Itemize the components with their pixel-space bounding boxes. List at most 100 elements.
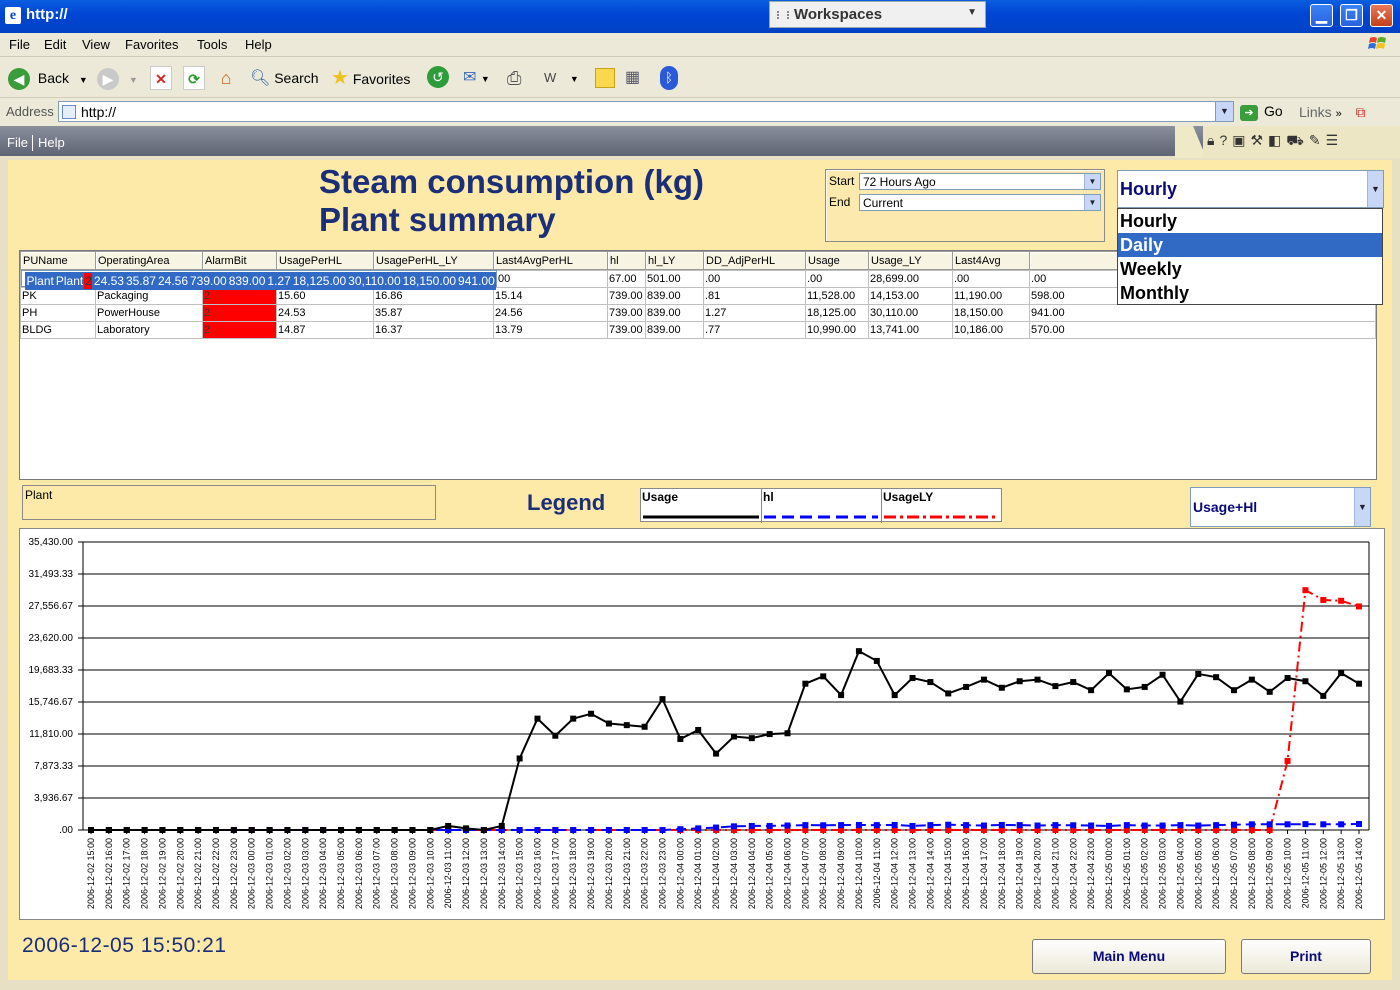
research-icon[interactable]: ▦: [625, 66, 640, 90]
menu-help[interactable]: Help: [245, 37, 272, 52]
column-header-usageperhl_ly[interactable]: UsagePerHL_LY: [373, 251, 494, 270]
period-option-weekly[interactable]: Weekly: [1118, 257, 1382, 281]
forward-button[interactable]: ▶ ▼: [97, 66, 138, 91]
menu-file[interactable]: File: [9, 37, 30, 52]
history-icon[interactable]: ↺: [427, 66, 449, 88]
period-select[interactable]: Hourly ▼: [1117, 170, 1384, 208]
data-point: [427, 827, 434, 833]
table-row[interactable]: PH PowerHouse 2 24.53 35.87 24.56 739.00 839.00…: [20, 304, 1376, 322]
chevron-down-icon[interactable]: ▼: [1215, 102, 1233, 121]
x-tick-label: 2006-12-04 12:00: [890, 838, 900, 909]
home-icon[interactable]: ⌂: [214, 66, 238, 90]
period-option-monthly[interactable]: Monthly: [1118, 281, 1382, 305]
bluetooth-icon[interactable]: ᛒ: [660, 66, 678, 90]
table-cell: 35.87: [373, 304, 494, 322]
y-tick-label: .00: [59, 825, 73, 836]
data-point: [730, 733, 737, 740]
main-menu-button[interactable]: Main Menu: [1032, 939, 1226, 974]
column-header-last4avgperhl[interactable]: Last4AvgPerHL: [493, 251, 608, 270]
address-input[interactable]: http:// ▼: [58, 101, 1234, 122]
table-row[interactable]: BLDG Laboratory 2 14.87 16.37 13.79 739.00 839.…: [20, 321, 1376, 339]
menu-favorites[interactable]: Favorites: [125, 37, 178, 52]
pencil-icon[interactable]: ✎: [1309, 132, 1326, 148]
table-cell: .81: [703, 287, 806, 305]
start-select[interactable]: 72 Hours Ago ▼: [859, 173, 1101, 190]
list-icon[interactable]: ☰: [1326, 132, 1344, 148]
data-point: [1105, 670, 1112, 677]
table-cell: 11,528.00: [805, 287, 869, 305]
x-tick-label: 2006-12-03 09:00: [407, 838, 417, 909]
x-tick-label: 2006-12-05 09:00: [1265, 838, 1275, 909]
data-point: [802, 680, 809, 687]
data-point: [998, 684, 1005, 691]
settings-icon[interactable]: ⚒: [1250, 132, 1268, 148]
period-option-hourly[interactable]: Hourly: [1118, 209, 1382, 233]
favorites-button[interactable]: ★ Favorites: [331, 66, 410, 90]
table-cell: 18,150.00: [952, 304, 1030, 322]
save-icon[interactable]: ▣: [1232, 132, 1250, 148]
x-tick-label: 2006-12-05 02:00: [1140, 838, 1150, 909]
table-cell: 570.00: [1029, 321, 1376, 339]
print-button[interactable]: Print: [1241, 939, 1371, 974]
print-icon[interactable]: ⎙: [507, 66, 521, 90]
refresh-icon[interactable]: ⟳: [183, 66, 205, 90]
minimize-button[interactable]: ▁: [1310, 4, 1333, 27]
menu-view[interactable]: View: [82, 37, 110, 52]
chevron-down-icon: ▼: [78, 75, 88, 85]
data-point: [570, 827, 577, 833]
table-cell: 739.00: [188, 272, 228, 290]
period-option-daily[interactable]: Daily: [1118, 233, 1382, 257]
column-header-alarmbit[interactable]: AlarmBit: [202, 251, 277, 270]
back-button[interactable]: ◀ Back ▼: [8, 66, 88, 91]
column-header-usage[interactable]: Usage: [805, 251, 869, 270]
column-header-usage_ly[interactable]: Usage_LY: [868, 251, 953, 270]
data-point: [302, 827, 309, 833]
x-tick-label: 2006-12-03 15:00: [515, 838, 525, 909]
end-select[interactable]: Current ▼: [859, 194, 1101, 211]
mail-icon[interactable]: ✉ ▼: [463, 66, 490, 90]
table-row[interactable]: Plant Plant 2 24.53 35.87 24.56 739.00 839.00 1.…: [20, 270, 497, 290]
data-point: [1284, 674, 1291, 681]
navigate-icon[interactable]: ⛟: [1286, 132, 1309, 148]
table-cell: 941.00: [456, 272, 496, 290]
data-point: [1070, 679, 1077, 686]
column-header-hl_ly[interactable]: hl_LY: [645, 251, 704, 270]
table-cell: PH: [20, 304, 96, 322]
workspaces-dropdown[interactable]: Workspaces ▼: [769, 1, 986, 28]
edit-icon[interactable]: W ▼: [544, 66, 579, 90]
back-icon[interactable]: ◧: [1268, 132, 1286, 148]
links-toolbar[interactable]: Links » ⧉: [1299, 104, 1366, 121]
data-point: [1141, 683, 1148, 690]
search-icon: 🔍︎: [250, 70, 271, 87]
column-header-operatingarea[interactable]: OperatingArea: [95, 251, 203, 270]
table-cell: Laboratory: [95, 321, 203, 339]
close-button[interactable]: ✕: [1370, 4, 1393, 27]
chart-mode-select[interactable]: Usage+Hl ▼: [1190, 487, 1371, 527]
app-menu-help[interactable]: Help: [38, 135, 65, 150]
column-header-hl[interactable]: hl: [607, 251, 646, 270]
menu-tools[interactable]: Tools: [197, 37, 227, 52]
menu-edit[interactable]: Edit: [44, 37, 66, 52]
table-cell: 16.86: [373, 287, 494, 305]
go-button[interactable]: ➔ Go: [1240, 103, 1283, 121]
lock-icon[interactable]: 🔒︎: [1207, 132, 1219, 148]
table-cell: 67.00: [607, 270, 646, 288]
data-point: [998, 821, 1005, 828]
column-header-usageperhl[interactable]: UsagePerHL: [276, 251, 374, 270]
stop-icon[interactable]: ✕: [150, 66, 172, 90]
search-button[interactable]: 🔍︎ Search: [250, 66, 319, 90]
page-subtitle: Plant summary: [319, 201, 556, 238]
data-point: [820, 673, 827, 680]
help-icon[interactable]: ?: [1219, 132, 1232, 148]
data-point: [659, 827, 666, 833]
note-icon[interactable]: [595, 68, 615, 88]
selected-plant-box: Plant: [22, 485, 436, 520]
column-header-dd_adjperhl[interactable]: DD_AdjPerHL: [703, 251, 806, 270]
table-cell: 941.00: [1029, 304, 1376, 322]
column-header-last4avg[interactable]: Last4Avg: [952, 251, 1030, 270]
maximize-button[interactable]: ❐: [1340, 4, 1363, 27]
app-menu-file[interactable]: File: [7, 135, 28, 150]
x-tick-label: 2006-12-03 02:00: [282, 838, 292, 909]
x-tick-label: 2006-12-04 11:00: [872, 838, 882, 908]
column-header-puname[interactable]: PUName: [20, 251, 96, 270]
